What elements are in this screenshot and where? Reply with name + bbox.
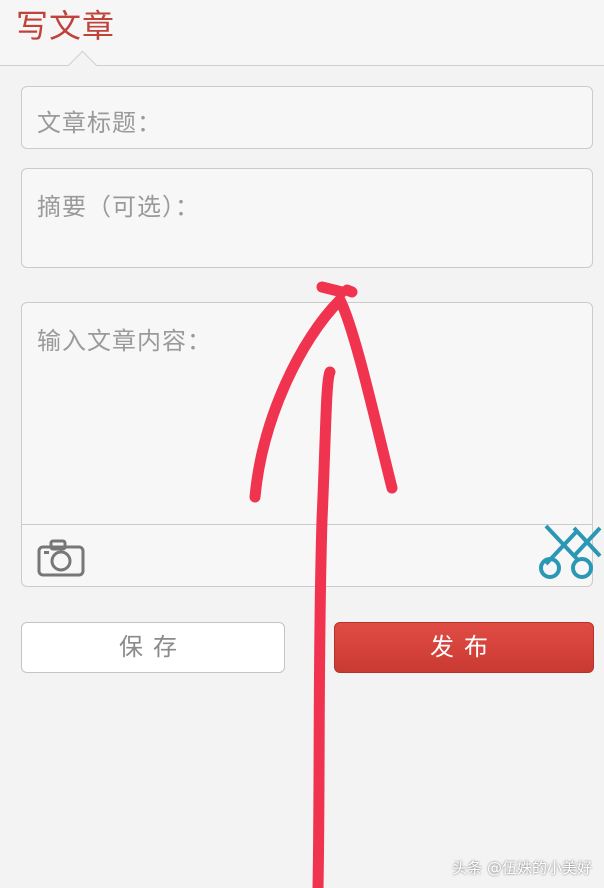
publish-button[interactable]: 发布 [334, 622, 594, 673]
header-pointer-notch [67, 50, 98, 81]
content-toolbar [22, 524, 592, 586]
page-title: 写文章 [16, 7, 116, 45]
watermark-text: 头条 @伍姝的小美好 [452, 859, 592, 877]
content-placeholder: 输入文章内容： [37, 327, 212, 355]
content-textarea[interactable]: 输入文章内容： [21, 302, 593, 587]
article-title-input[interactable]: 文章标题： [21, 86, 593, 149]
camera-icon[interactable] [37, 539, 85, 577]
summary-input[interactable]: 摘要（可选）： [21, 168, 593, 268]
summary-placeholder: 摘要（可选）： [37, 193, 200, 221]
scissors-icon[interactable] [538, 522, 604, 582]
article-title-placeholder: 文章标题： [37, 109, 162, 137]
save-button[interactable]: 保存 [21, 622, 285, 673]
header-bar: 写文章 [0, 0, 604, 81]
